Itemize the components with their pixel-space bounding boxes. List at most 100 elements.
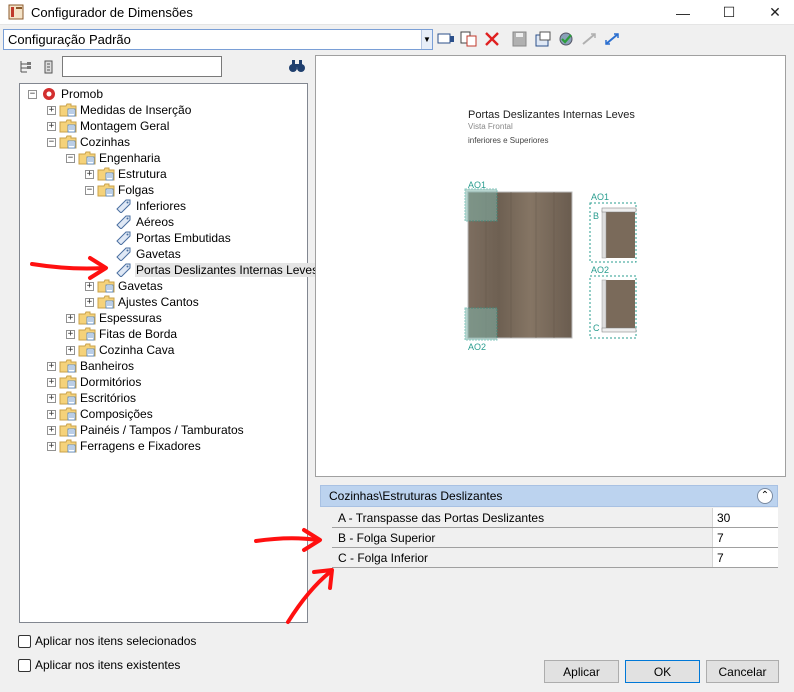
tree-node[interactable]: + Gavetas — [85, 278, 164, 294]
tag-icon — [116, 231, 131, 245]
tree-expand-icon[interactable]: + — [47, 105, 56, 115]
property-row-c[interactable]: C - Folga Inferior 7 — [332, 548, 778, 568]
tree-node[interactable]: Portas Embutidas — [104, 230, 232, 246]
folder-icon — [78, 327, 96, 341]
tree-node[interactable]: − Promob — [28, 86, 104, 102]
tree-node[interactable]: Aéreos — [104, 214, 175, 230]
properties-category-header[interactable]: Cozinhas\Estruturas Deslizantes ⌃ — [320, 485, 778, 507]
folder-icon — [97, 279, 115, 293]
property-value-input[interactable]: 7 — [712, 528, 778, 547]
tree-collapse-icon[interactable]: − — [28, 89, 37, 99]
expand-icon[interactable] — [603, 31, 621, 47]
tree-node[interactable]: + Composições — [47, 406, 154, 422]
insert-icon[interactable] — [437, 31, 455, 47]
tree-expand-icon[interactable]: + — [47, 393, 56, 403]
collapse-icon[interactable]: ⌃ — [757, 488, 773, 504]
apply-button[interactable]: Aplicar — [544, 660, 619, 683]
tree-node-label: Cozinhas — [80, 135, 131, 149]
preview-subtitle-2: inferiores e Superiores — [468, 136, 549, 145]
tree-node-label: Ferragens e Fixadores — [80, 439, 201, 453]
configuration-select[interactable]: Configuração Padrão ▼ — [3, 29, 433, 50]
tree-expand-all-icon[interactable] — [19, 60, 33, 74]
property-row-a[interactable]: A - Transpasse das Portas Deslizantes 30 — [332, 508, 778, 528]
binoculars-icon[interactable] — [288, 59, 306, 73]
ao1-marker-left — [464, 188, 498, 222]
tree-node[interactable]: Portas Deslizantes Internas Leves — [104, 262, 320, 278]
property-name: B - Folga Superior — [338, 531, 436, 545]
property-row-b[interactable]: B - Folga Superior 7 — [332, 528, 778, 548]
chevron-down-icon[interactable]: ▼ — [421, 30, 432, 49]
delete-icon[interactable] — [483, 31, 501, 47]
preview-panel: Portas Deslizantes Internas Leves Vista … — [315, 55, 786, 477]
tree-search-input[interactable] — [62, 56, 222, 77]
folder-icon — [97, 295, 115, 309]
tree-node[interactable]: + Ajustes Cantos — [85, 294, 200, 310]
tree-node-label: Ajustes Cantos — [118, 295, 199, 309]
property-value-input[interactable]: 30 — [712, 508, 778, 527]
apply-existing-checkbox[interactable]: Aplicar nos itens existentes — [18, 658, 180, 672]
tree-expand-icon[interactable]: + — [47, 441, 56, 451]
tree-expand-icon[interactable]: + — [47, 425, 56, 435]
tree-expand-icon[interactable]: + — [85, 169, 94, 179]
tree-node[interactable]: + Dormitórios — [47, 374, 142, 390]
apply-selected-checkbox[interactable]: Aplicar nos itens selecionados — [18, 634, 196, 648]
close-button[interactable]: ✕ — [752, 0, 794, 25]
tree-node[interactable]: + Estrutura — [85, 166, 168, 182]
copy-icon[interactable] — [460, 31, 478, 47]
properties-category-label: Cozinhas\Estruturas Deslizantes — [329, 489, 503, 503]
tree-node[interactable]: + Medidas de Inserção — [47, 102, 192, 118]
tree-expand-icon[interactable]: + — [47, 361, 56, 371]
tree-node[interactable]: Gavetas — [104, 246, 182, 262]
export-icon[interactable] — [534, 31, 552, 47]
property-value-input[interactable]: 7 — [712, 548, 778, 567]
tree-node-label: Engenharia — [99, 151, 161, 165]
tree-node[interactable]: + Espessuras — [66, 310, 163, 326]
tree-node[interactable]: − Folgas — [85, 182, 155, 198]
tree-expand-icon[interactable]: + — [66, 345, 75, 355]
apply-icon[interactable] — [557, 31, 575, 47]
maximize-button[interactable]: ☐ — [706, 0, 752, 25]
checkbox[interactable] — [18, 634, 31, 648]
properties-grid: Cozinhas\Estruturas Deslizantes ⌃ A - Tr… — [320, 485, 778, 570]
shrink-icon[interactable] — [580, 31, 598, 47]
tree-node-label: Medidas de Inserção — [80, 103, 192, 117]
tree-node[interactable]: + Banheiros — [47, 358, 135, 374]
tree-expand-icon[interactable]: + — [85, 281, 94, 291]
tree-expand-icon[interactable]: + — [66, 313, 75, 323]
cancel-button[interactable]: Cancelar — [706, 660, 779, 683]
tree-collapse-icon[interactable]: − — [85, 185, 94, 195]
tree-node-label: Estrutura — [118, 167, 167, 181]
tree-expand-icon[interactable]: + — [47, 409, 56, 419]
tree-node-label: Painéis / Tampos / Tamburatos — [80, 423, 244, 437]
tree-node-label: Fitas de Borda — [99, 327, 178, 341]
folder-icon — [59, 103, 77, 117]
tree-collapse-icon[interactable]: − — [47, 137, 56, 147]
checkbox[interactable] — [18, 658, 31, 672]
tree-node-label: Banheiros — [80, 359, 135, 373]
folder-icon — [78, 311, 96, 325]
tree-node[interactable]: + Cozinha Cava — [66, 342, 175, 358]
tree-node[interactable]: − Cozinhas — [47, 134, 131, 150]
tree-node[interactable]: Inferiores — [104, 198, 187, 214]
tree-collapse-icon[interactable]: − — [66, 153, 75, 163]
tree-node-label: Composições — [80, 407, 153, 421]
tree-expand-icon[interactable]: + — [47, 377, 56, 387]
minimize-button[interactable]: — — [660, 0, 706, 25]
ao2-right-label: AO2 — [591, 265, 609, 275]
save-icon[interactable] — [511, 31, 529, 47]
tree-collapse-all-icon[interactable] — [42, 60, 56, 74]
tree-expand-icon[interactable]: + — [85, 297, 94, 307]
preview-subtitle: Vista Frontal — [468, 122, 513, 131]
tree-expand-icon[interactable]: + — [47, 121, 56, 131]
tree-node[interactable]: + Fitas de Borda — [66, 326, 178, 342]
category-tree[interactable]: − Promob + Medidas de Inserção + Montagem Ger… — [19, 83, 320, 623]
tree-node[interactable]: + Painéis / Tampos / Tamburatos — [47, 422, 245, 438]
tree-node[interactable]: + Montagem Geral — [47, 118, 170, 134]
tree-node[interactable]: + Escritórios — [47, 390, 137, 406]
tree-expand-icon[interactable]: + — [66, 329, 75, 339]
tree-node[interactable]: + Ferragens e Fixadores — [47, 438, 202, 454]
folder-icon — [59, 135, 77, 149]
promob-logo-icon — [43, 88, 55, 100]
tree-node[interactable]: − Engenharia — [66, 150, 161, 166]
ok-button[interactable]: OK — [625, 660, 700, 683]
